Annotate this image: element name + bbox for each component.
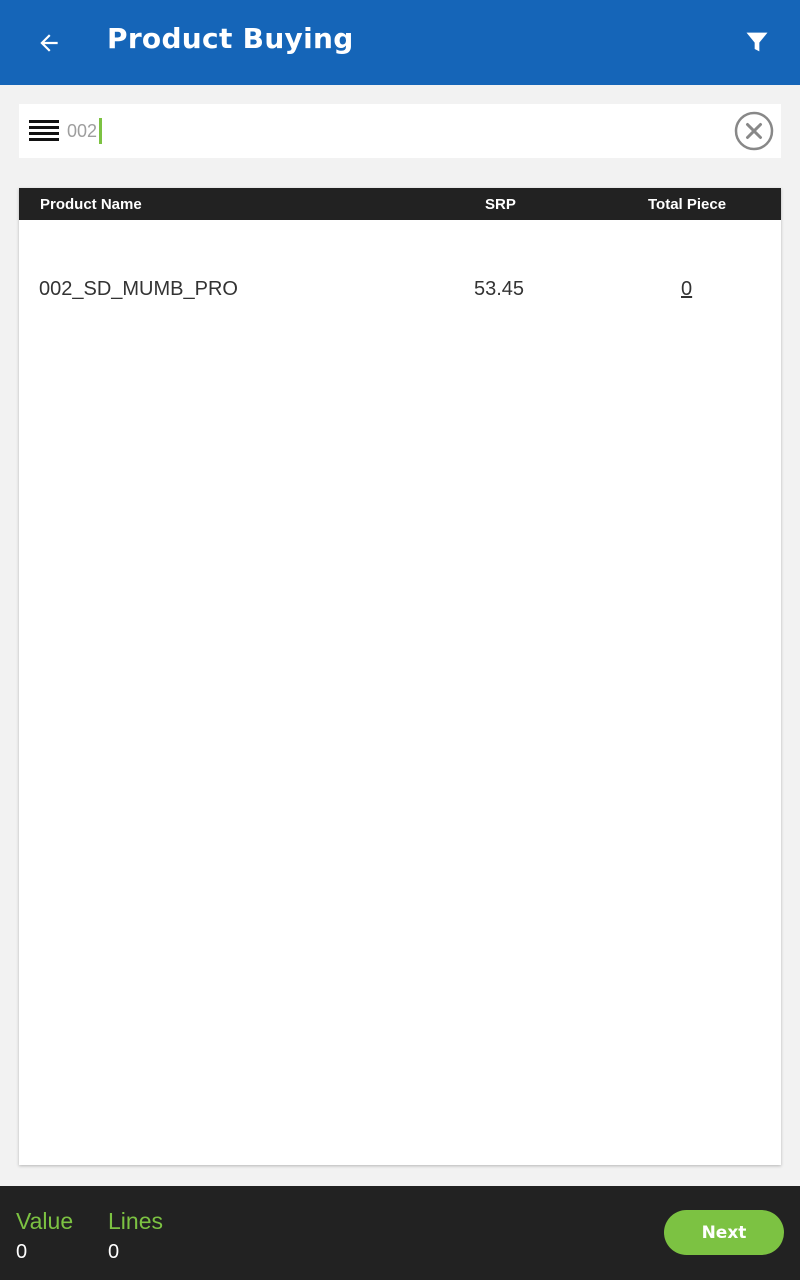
value-label: Value (16, 1208, 74, 1234)
app-bar: Product Buying (0, 0, 800, 85)
next-button[interactable]: Next (664, 1210, 784, 1255)
srp-cell: 53.45 (474, 278, 525, 300)
table-header: Product Name SRP Total Piece (19, 188, 781, 220)
back-button[interactable] (30, 24, 68, 62)
column-header-product-name: Product Name (40, 196, 142, 213)
product-name-cell: 002_SD_MUMB_PRO (39, 278, 238, 300)
product-table: Product Name SRP Total Piece 002_SD_MUMB… (19, 188, 781, 1165)
value-amount: 0 (16, 1241, 28, 1263)
lines-count: 0 (108, 1241, 120, 1263)
total-piece-input[interactable]: 0 (681, 278, 692, 301)
column-header-srp: SRP (485, 196, 516, 213)
column-header-total-piece: Total Piece (648, 196, 727, 213)
text-cursor (99, 118, 102, 144)
clear-circle-icon[interactable] (734, 111, 774, 151)
filter-button[interactable] (738, 22, 776, 62)
filter-icon (746, 32, 768, 52)
table-row[interactable]: 002_SD_MUMB_PRO 53.45 0 (19, 268, 781, 312)
menu-lines-icon[interactable] (29, 119, 59, 145)
search-input[interactable] (67, 114, 727, 148)
arrow-left-icon (40, 34, 58, 52)
lines-label: Lines (108, 1208, 163, 1234)
search-bar (19, 104, 781, 158)
page-title: Product Buying (107, 22, 354, 55)
footer-bar: Value 0 Lines 0 Next (0, 1186, 800, 1280)
